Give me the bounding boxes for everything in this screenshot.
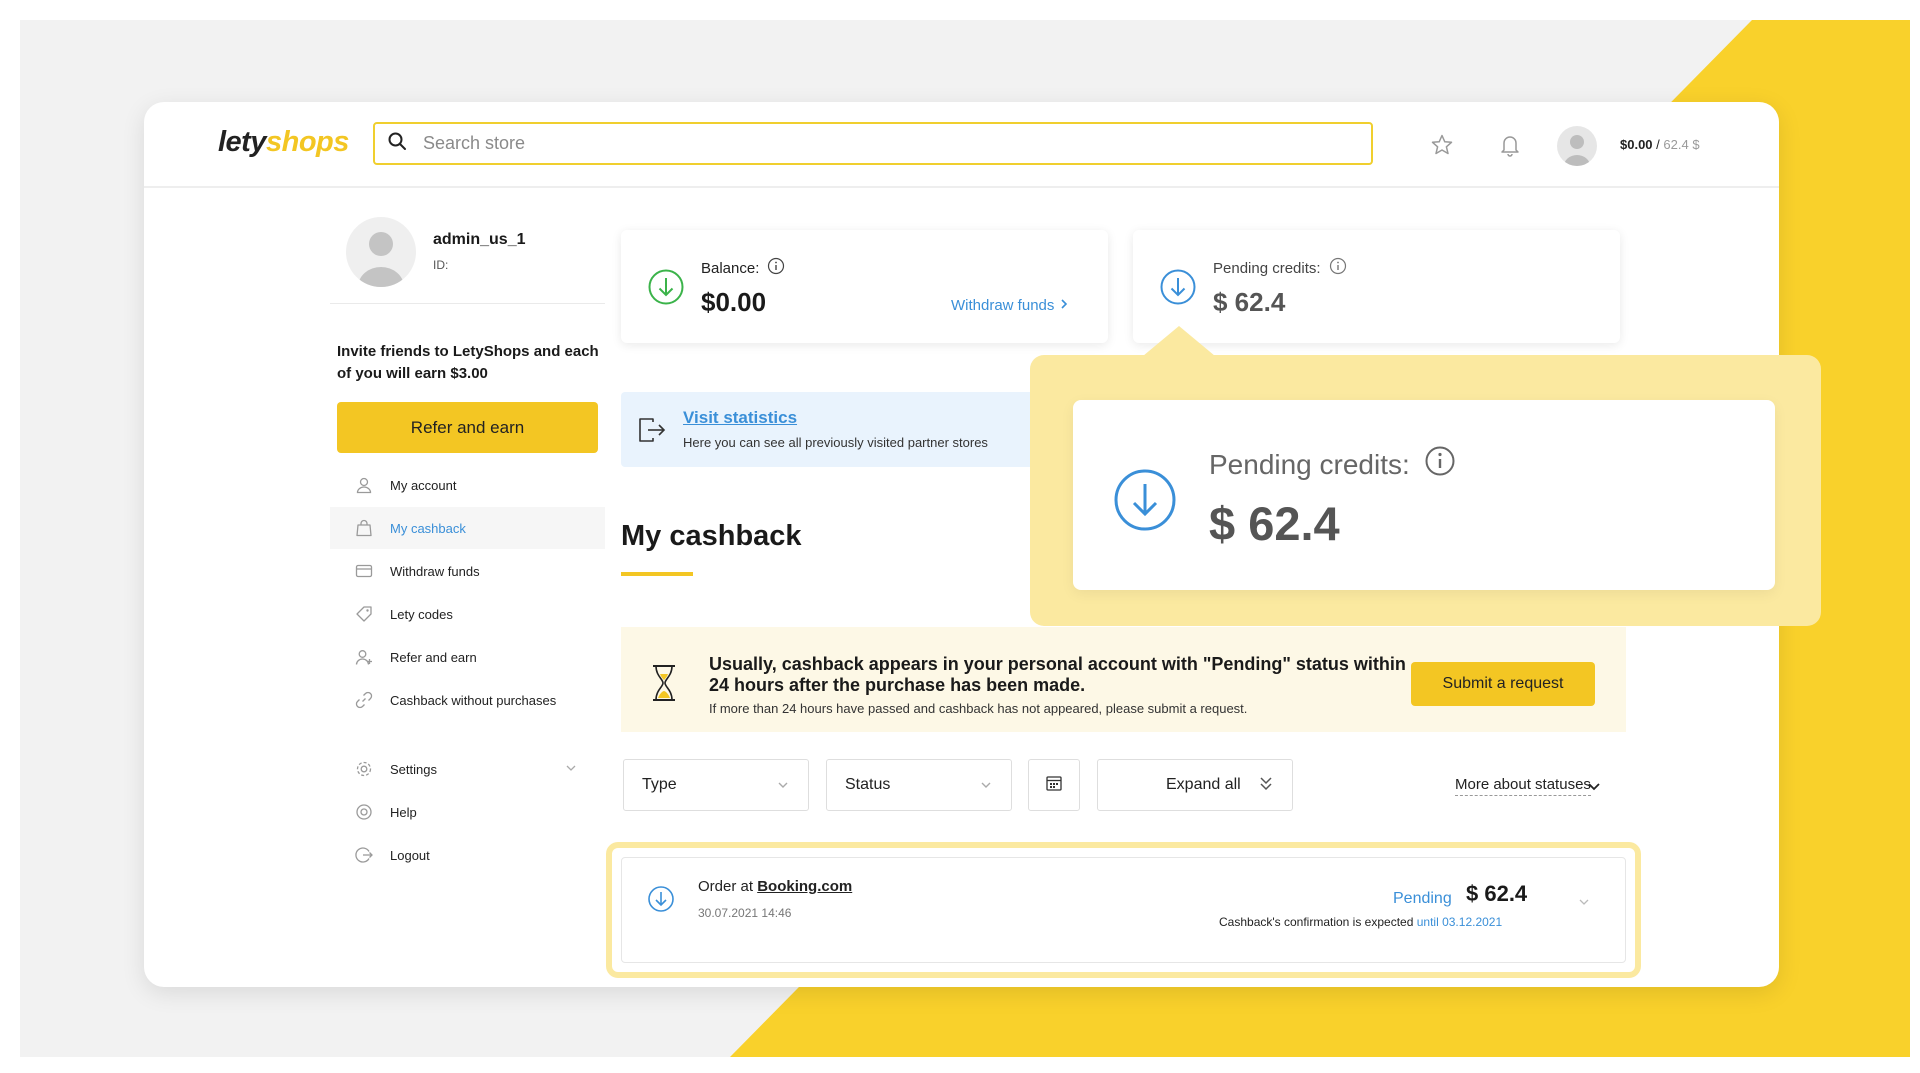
info-icon[interactable]	[1424, 445, 1456, 484]
callout-value: $ 62.4	[1209, 497, 1340, 550]
download-icon	[647, 885, 675, 918]
sidebar-item-label: Lety codes	[390, 606, 453, 622]
info-icon[interactable]	[1329, 257, 1347, 279]
order-status: Pending	[1393, 890, 1452, 907]
notice-title: Usually, cashback appears in your person…	[709, 654, 1406, 695]
search-input[interactable]	[423, 133, 1323, 154]
divider	[330, 303, 605, 304]
refer-and-earn-button[interactable]: Refer and earn	[337, 402, 598, 453]
sidebar-item-withdraw-funds[interactable]: Withdraw funds	[330, 550, 605, 592]
top-header: letyshops $0.00 / 62.4 $	[144, 102, 1779, 188]
visit-statistics-subtitle: Here you can see all previously visited …	[683, 435, 988, 450]
profile-id: ID:	[433, 258, 449, 272]
profile-avatar	[346, 217, 416, 287]
sidebar-item-label: My account	[390, 477, 457, 493]
type-filter[interactable]: Type	[623, 759, 809, 811]
search-bar[interactable]	[373, 122, 1373, 165]
double-chevron-down-icon	[1258, 775, 1274, 798]
avatar[interactable]	[1557, 126, 1597, 166]
sidebar-item-label: Withdraw funds	[390, 563, 480, 579]
pending-value: $ 62.4	[1213, 287, 1286, 317]
gear-icon	[354, 759, 374, 779]
sidebar-item-label: Logout	[390, 847, 430, 863]
calendar-icon	[1045, 774, 1063, 797]
hourglass-icon	[651, 664, 677, 707]
page-title: My cashback	[621, 520, 802, 552]
sidebar-item-my-account[interactable]: My account	[330, 464, 605, 506]
sidebar-item-label: My cashback	[390, 520, 466, 536]
sidebar-item-label: Settings	[390, 761, 437, 777]
withdraw-funds-link[interactable]: Withdraw funds	[951, 297, 1069, 314]
chevron-down-icon[interactable]	[1577, 895, 1591, 914]
tag-icon	[354, 604, 374, 624]
status-filter[interactable]: Status	[826, 759, 1012, 811]
download-icon	[1159, 268, 1197, 306]
order-store-link[interactable]: Booking.com	[757, 878, 852, 895]
order-date: 30.07.2021 14:46	[698, 906, 792, 920]
balance-card: Balance: $0.00 Withdraw funds	[621, 230, 1108, 343]
balance-value: $0.00	[701, 287, 767, 317]
callout-label-row: Pending credits:	[1209, 445, 1456, 484]
pending-label-row: Pending credits:	[1213, 257, 1347, 279]
sidebar-item-label: Refer and earn	[390, 649, 477, 665]
download-icon	[647, 268, 685, 306]
bell-icon[interactable]	[1495, 130, 1525, 160]
logo[interactable]: letyshops	[218, 126, 349, 159]
sidebar-item-label: Help	[390, 804, 417, 820]
notice-subtitle: If more than 24 hours have passed and ca…	[709, 701, 1248, 716]
cashback-notice: Usually, cashback appears in your person…	[621, 627, 1626, 732]
more-about-statuses-link[interactable]: More about statuses	[1455, 776, 1591, 796]
calendar-button[interactable]	[1028, 759, 1080, 811]
order-title: Order at Booking.com	[698, 878, 853, 895]
expand-all-button[interactable]: Expand all	[1097, 759, 1293, 811]
user-icon	[354, 475, 374, 495]
order-confirmation-note: Cashback's confirmation is expected unti…	[1219, 915, 1503, 929]
sidebar-item-label: Cashback without purchases	[390, 692, 557, 708]
sidebar-item-my-cashback[interactable]: My cashback	[330, 507, 605, 549]
logout-icon	[354, 845, 374, 865]
chevron-down-icon	[776, 778, 790, 797]
sidebar-item-refer-and-earn[interactable]: Refer and earn	[330, 636, 605, 678]
submit-request-button[interactable]: Submit a request	[1411, 662, 1595, 706]
info-icon[interactable]	[767, 257, 785, 279]
visit-statistics-link[interactable]: Visit statistics	[683, 408, 797, 428]
search-icon	[387, 131, 407, 156]
chevron-right-icon	[1059, 297, 1069, 314]
download-icon	[1113, 468, 1177, 537]
chevron-down-icon[interactable]	[1586, 779, 1602, 800]
star-icon[interactable]	[1427, 130, 1457, 160]
chevron-down-icon	[979, 778, 993, 797]
order-row[interactable]: Order at Booking.com 30.07.2021 14:46 Pe…	[621, 857, 1626, 963]
sidebar-item-cashback-without-purchases[interactable]: Cashback without purchases	[330, 679, 605, 721]
profile-name: admin_us_1	[433, 231, 526, 248]
header-balance[interactable]: $0.00 / 62.4 $	[1620, 137, 1700, 152]
balance-label-row: Balance:	[701, 257, 785, 279]
title-underline	[621, 572, 693, 576]
invite-text: Invite friends to LetyShops and each of …	[337, 343, 599, 382]
link-icon	[354, 690, 374, 710]
order-amount: $ 62.4	[1466, 881, 1528, 906]
bag-icon	[354, 518, 374, 538]
sidebar-item-help[interactable]: Help	[330, 791, 605, 833]
sidebar-item-logout[interactable]: Logout	[330, 834, 605, 876]
callout-card: Pending credits: $ 62.4	[1073, 400, 1775, 590]
logout-arrow-icon	[637, 416, 667, 449]
callout-pointer	[1143, 326, 1215, 356]
sidebar-item-settings[interactable]: Settings	[330, 748, 605, 790]
wallet-icon	[354, 561, 374, 581]
sidebar-item-lety-codes[interactable]: Lety codes	[330, 593, 605, 635]
visit-statistics-banner: Visit statistics Here you can see all pr…	[621, 392, 1041, 467]
chevron-down-icon	[565, 762, 577, 777]
add-user-icon	[354, 647, 374, 667]
help-icon	[354, 802, 374, 822]
